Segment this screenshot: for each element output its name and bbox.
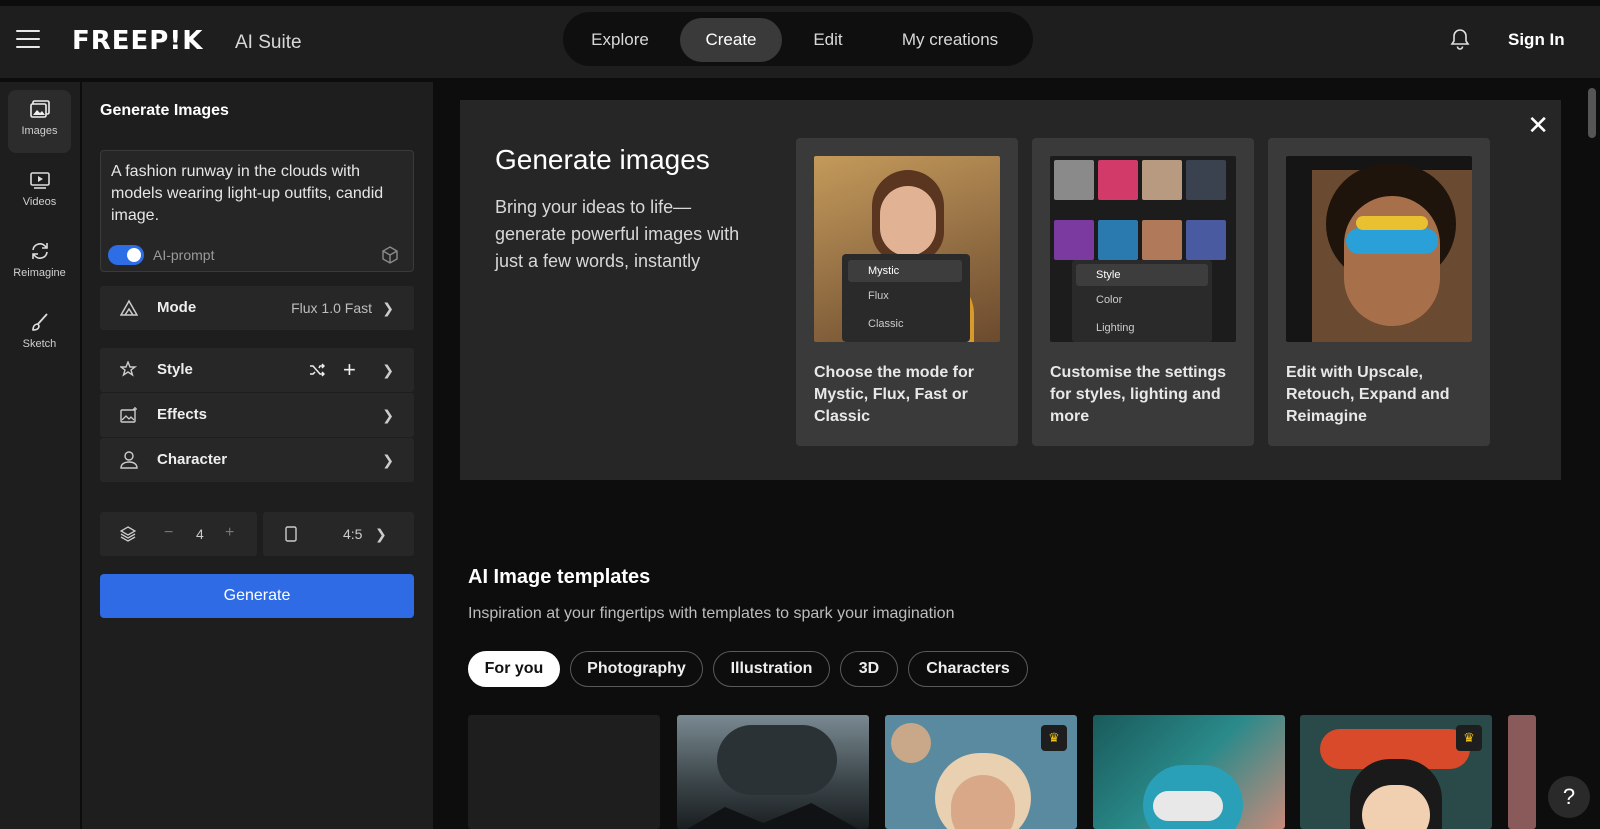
notification-bell-icon[interactable] bbox=[1450, 28, 1470, 50]
premium-crown-icon: ♛ bbox=[1456, 725, 1482, 751]
main-nav: Explore Create Edit My creations bbox=[563, 12, 1033, 66]
character-label: Character bbox=[157, 451, 228, 468]
cube-icon[interactable] bbox=[381, 246, 399, 264]
menu-mystic: Mystic bbox=[848, 260, 962, 282]
ai-prompt-toggle[interactable] bbox=[108, 245, 144, 265]
scrollbar[interactable] bbox=[1585, 82, 1600, 829]
chevron-right-icon: ❯ bbox=[382, 362, 394, 378]
ai-suite-label: AI Suite bbox=[235, 32, 302, 53]
generate-panel: Generate Images A fashion runway in the … bbox=[82, 82, 433, 829]
premium-crown-icon: ♛ bbox=[1041, 725, 1067, 751]
panel-title: Generate Images bbox=[100, 102, 229, 119]
main-content: Generate images Bring your ideas to life… bbox=[433, 82, 1585, 829]
menu-flux: Flux bbox=[868, 290, 889, 302]
template-tile[interactable] bbox=[677, 715, 869, 829]
scrollbar-thumb[interactable] bbox=[1588, 88, 1596, 138]
chip-for-you[interactable]: For you bbox=[468, 651, 560, 687]
mode-feature-card[interactable]: Mystic Flux Classic Choose the mode for … bbox=[796, 138, 1018, 446]
freepik-logo[interactable]: FREEP!K bbox=[72, 26, 203, 56]
style-selector[interactable]: Style + ❯ bbox=[100, 348, 414, 392]
prompt-text[interactable]: A fashion runway in the clouds with mode… bbox=[111, 161, 407, 227]
chip-3d[interactable]: 3D bbox=[840, 651, 898, 687]
menu-color: Color bbox=[1096, 294, 1123, 306]
brush-icon bbox=[31, 313, 48, 331]
portrait-image: Mystic Flux Classic bbox=[814, 156, 1000, 342]
chevron-right-icon: ❯ bbox=[375, 526, 387, 542]
template-tile[interactable] bbox=[468, 715, 660, 829]
layers-icon bbox=[120, 526, 136, 542]
rail-sketch[interactable]: Sketch bbox=[8, 303, 71, 366]
template-tile[interactable]: ♛ bbox=[1300, 715, 1492, 829]
rail-reimagine[interactable]: Reimagine bbox=[8, 232, 71, 295]
menu-icon[interactable] bbox=[16, 30, 40, 48]
style-label: Style bbox=[157, 361, 193, 378]
style-icon bbox=[120, 361, 138, 377]
hero-description: Bring your ideas to life—generate powerf… bbox=[495, 197, 740, 271]
settings-feature-card[interactable]: Style Color Lighting Customise the setti… bbox=[1032, 138, 1254, 446]
nav-create[interactable]: Create bbox=[680, 18, 782, 62]
mode-icon bbox=[120, 299, 138, 316]
rail-reimagine-label: Reimagine bbox=[13, 267, 66, 279]
add-style-icon[interactable]: + bbox=[343, 357, 356, 383]
menu-lighting: Lighting bbox=[1096, 322, 1135, 334]
effects-selector[interactable]: Effects ❯ bbox=[100, 393, 414, 437]
chevron-right-icon: ❯ bbox=[382, 407, 394, 423]
face-paint-image bbox=[1286, 156, 1472, 342]
portrait-icon bbox=[285, 526, 297, 542]
character-selector[interactable]: Character ❯ bbox=[100, 438, 414, 482]
tool-rail: Images Videos Reimagine Sketch bbox=[0, 82, 80, 829]
template-tile[interactable] bbox=[1093, 715, 1285, 829]
edit-feature-card[interactable]: Edit with Upscale, Retouch, Expand and R… bbox=[1268, 138, 1490, 446]
person-icon bbox=[120, 451, 138, 469]
image-count: 4 bbox=[196, 526, 204, 542]
aspect-ratio-selector[interactable]: 4:5 ❯ bbox=[263, 512, 414, 556]
hero-title: Generate images bbox=[495, 144, 710, 175]
card-text: Choose the mode for Mystic, Flux, Fast o… bbox=[814, 364, 975, 425]
nav-edit[interactable]: Edit bbox=[788, 18, 868, 62]
template-tile[interactable] bbox=[1508, 715, 1536, 829]
nav-explore[interactable]: Explore bbox=[569, 18, 671, 62]
generate-button[interactable]: Generate bbox=[100, 574, 414, 618]
mode-selector[interactable]: Mode Flux 1.0 Fast ❯ bbox=[100, 286, 414, 330]
generate-images-banner: Generate images Bring your ideas to life… bbox=[460, 100, 1561, 480]
card-text: Customise the settings for styles, light… bbox=[1050, 364, 1227, 425]
top-bar: FREEP!K AI Suite Explore Create Edit My … bbox=[0, 0, 1600, 78]
video-icon bbox=[29, 172, 50, 189]
mode-label: Mode bbox=[157, 299, 197, 316]
rail-images[interactable]: Images bbox=[8, 90, 71, 153]
close-icon[interactable]: ✕ bbox=[1527, 110, 1549, 141]
chip-characters[interactable]: Characters bbox=[908, 651, 1028, 687]
increment-button[interactable]: + bbox=[225, 524, 234, 542]
effects-label: Effects bbox=[157, 406, 208, 423]
chip-photography[interactable]: Photography bbox=[570, 651, 703, 687]
rail-sketch-label: Sketch bbox=[22, 338, 57, 350]
chip-illustration[interactable]: Illustration bbox=[713, 651, 830, 687]
card-text: Edit with Upscale, Retouch, Expand and R… bbox=[1286, 364, 1450, 425]
reimagine-icon bbox=[31, 243, 48, 259]
chevron-right-icon: ❯ bbox=[382, 452, 394, 468]
rail-videos[interactable]: Videos bbox=[8, 161, 71, 224]
template-tile[interactable]: ♛ bbox=[885, 715, 1077, 829]
rail-images-label: Images bbox=[21, 125, 58, 137]
styles-grid-image: Style Color Lighting bbox=[1050, 156, 1236, 342]
image-icon bbox=[29, 100, 50, 118]
shuffle-icon[interactable] bbox=[309, 362, 325, 378]
rail-videos-label: Videos bbox=[22, 196, 57, 208]
sign-in-button[interactable]: Sign In bbox=[1508, 30, 1565, 50]
decrement-button[interactable]: − bbox=[164, 524, 173, 542]
help-button[interactable]: ? bbox=[1548, 776, 1590, 818]
effects-icon bbox=[120, 407, 137, 423]
mode-value: Flux 1.0 Fast bbox=[291, 300, 372, 316]
menu-style: Style bbox=[1076, 264, 1208, 286]
aspect-ratio-value: 4:5 bbox=[343, 526, 363, 542]
nav-my-creations[interactable]: My creations bbox=[875, 18, 1025, 62]
image-count-stepper: − 4 + bbox=[100, 512, 257, 556]
chevron-right-icon: ❯ bbox=[382, 300, 394, 316]
templates-title: AI Image templates bbox=[468, 566, 651, 588]
menu-classic: Classic bbox=[868, 318, 904, 330]
ai-prompt-label: AI-prompt bbox=[153, 247, 215, 263]
templates-subtitle: Inspiration at your fingertips with temp… bbox=[468, 605, 955, 622]
prompt-input[interactable]: A fashion runway in the clouds with mode… bbox=[100, 150, 414, 272]
